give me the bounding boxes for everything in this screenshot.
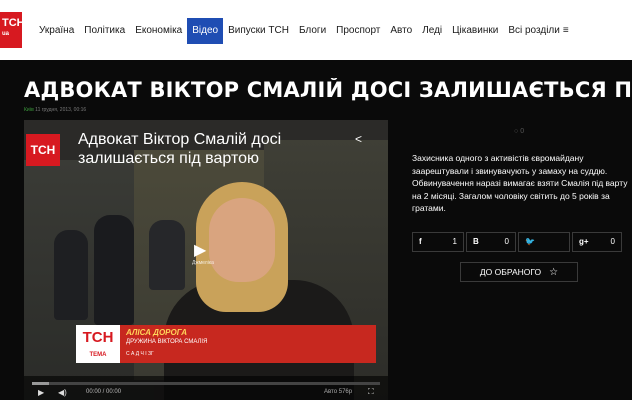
video-player[interactable]: ТСН Адвокат Віктор Смалій досі залишаєть…	[24, 120, 388, 400]
article-lead: Захисника одного з активістів євромайдан…	[412, 153, 628, 213]
chyron-role: ДРУЖИНА ВІКТОРА СМАЛІЯ	[126, 339, 208, 345]
favorites-label: ДО ОБРАНОГО	[479, 267, 542, 277]
top-navigation: ТСН ua Україна Політика Економіка Відео …	[0, 0, 632, 60]
speaker-face	[209, 198, 275, 282]
add-to-favorites-button[interactable]: ДО ОБРАНОГО ☆	[460, 262, 578, 282]
star-icon: ☆	[549, 267, 559, 278]
twitter-share-button[interactable]: 🐦	[518, 232, 570, 252]
google-plus-icon: g+	[579, 237, 589, 246]
article-headline: АДВОКАТ ВІКТОР СМАЛІЙ ДОСІ ЗАЛИШАЄТЬСЯ П…	[24, 78, 632, 102]
video-title[interactable]: Адвокат Віктор Смалій досі залишається п…	[78, 130, 328, 168]
background-person	[94, 215, 134, 325]
play-icon[interactable]: ▶	[194, 240, 206, 260]
logo-text: ТСН	[2, 17, 22, 29]
logo-sub: ua	[2, 31, 10, 37]
background-person	[149, 220, 185, 290]
nav-item-ladies[interactable]: Леді	[417, 18, 447, 44]
video-time: 00:00 / 00:00	[86, 389, 122, 395]
google-plus-count: 0	[610, 237, 615, 246]
nav-item-blogs[interactable]: Блоги	[294, 18, 331, 44]
nav-item-politics[interactable]: Політика	[79, 18, 130, 44]
video-progress-bar[interactable]	[32, 382, 380, 385]
chyron-logo-text: ТСН	[82, 329, 114, 346]
vkontakte-count: 0	[504, 237, 509, 246]
twitter-icon: 🐦	[525, 237, 535, 246]
article-dateline: Київ 11 грудня, 2013, 00:16	[24, 107, 86, 113]
facebook-count: 1	[452, 237, 457, 246]
vkontakte-share-button[interactable]: B0	[466, 232, 516, 252]
facebook-icon: f	[419, 237, 422, 246]
comment-icon: ○	[514, 128, 519, 135]
google-plus-share-button[interactable]: g+ 0	[572, 232, 622, 252]
all-sections-label: Всі розділи	[508, 25, 560, 36]
nav-menu: Україна Політика Економіка Відео Випуски…	[34, 18, 574, 44]
nav-item-interesting[interactable]: Цікавинки	[447, 18, 503, 44]
chyron-name: АЛІСА ДОРОГА	[126, 328, 188, 337]
background-person	[54, 230, 88, 320]
video-progress-fill	[32, 382, 50, 385]
volume-icon[interactable]: ◀)	[58, 388, 67, 397]
chyron-code: С А Д Ч І ЗГ	[126, 351, 154, 357]
nav-item-prosport[interactable]: Проспорт	[331, 18, 385, 44]
comments-count-value: 0	[520, 128, 525, 135]
video-watermark: Джмеліка	[192, 260, 214, 266]
facebook-share-button[interactable]: f1	[412, 232, 464, 252]
video-controls: ▶ ◀) 00:00 / 00:00 Авто 576p ⛶	[24, 376, 388, 400]
nav-item-all-sections[interactable]: Всі розділи ≡	[503, 18, 573, 44]
nav-item-economy[interactable]: Економіка	[130, 18, 187, 44]
nav-item-ukraine[interactable]: Україна	[34, 18, 79, 44]
channel-logo[interactable]: ТСН	[26, 134, 60, 166]
chyron-logo-sub: ТЕМА	[89, 352, 107, 358]
nav-item-video[interactable]: Відео	[187, 18, 224, 44]
play-button[interactable]: ▶	[38, 388, 44, 397]
tsn-logo[interactable]: ТСН ua	[0, 12, 22, 48]
article-city[interactable]: Київ	[24, 107, 34, 113]
article-date: 11 грудня, 2013, 00:16	[35, 107, 87, 113]
share-icon[interactable]: <	[355, 132, 362, 146]
vkontakte-icon: B	[473, 237, 479, 246]
hamburger-icon: ≡	[562, 25, 569, 36]
comments-count[interactable]: ○ 0	[514, 128, 524, 135]
chyron-logo: ТСН ТЕМА	[76, 325, 120, 363]
nav-item-tsn-releases[interactable]: Випуски ТСН	[223, 18, 294, 44]
quality-selector[interactable]: Авто 576p	[324, 389, 352, 395]
nav-item-auto[interactable]: Авто	[385, 18, 417, 44]
fullscreen-icon[interactable]: ⛶	[368, 387, 374, 397]
chyron-bar: АЛІСА ДОРОГА ДРУЖИНА ВІКТОРА СМАЛІЯ С А …	[120, 325, 376, 363]
lower-third: ТСН ТЕМА АЛІСА ДОРОГА ДРУЖИНА ВІКТОРА СМА…	[76, 325, 376, 363]
